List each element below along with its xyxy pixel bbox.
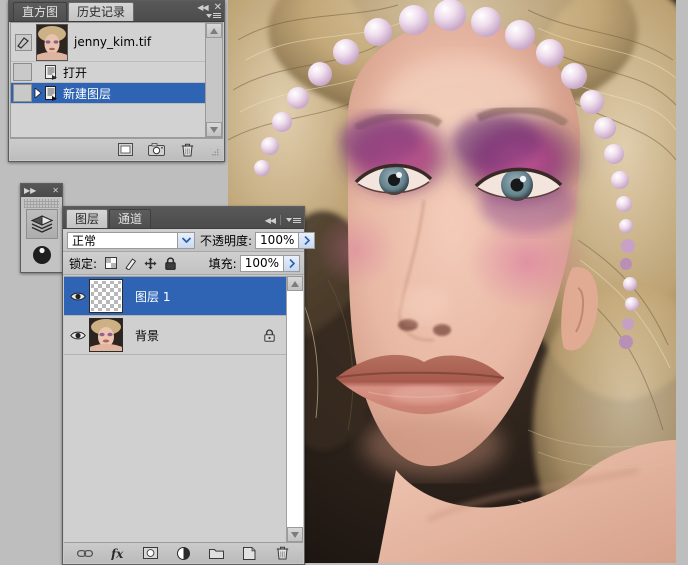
layers-stack-icon: [31, 215, 53, 233]
history-state-icon: [42, 63, 60, 81]
close-icon[interactable]: ✕: [52, 187, 59, 195]
layers-panel-footer: fx: [64, 542, 303, 563]
scroll-up-arrow-icon[interactable]: [206, 23, 222, 38]
layers-scrollbar[interactable]: [286, 276, 303, 542]
lock-fill-row: 锁定:: [63, 252, 304, 275]
history-state-open-label: 打开: [63, 64, 87, 81]
fill-field[interactable]: 100%: [240, 255, 300, 272]
scroll-up-arrow-icon[interactable]: [287, 276, 303, 291]
tab-layers-label: 图层: [75, 212, 99, 226]
scroll-down-arrow-icon[interactable]: [287, 527, 303, 542]
create-snapshot-button[interactable]: [148, 142, 165, 157]
history-brush-source-icon[interactable]: [13, 32, 34, 53]
mini-dock-drag-grip[interactable]: [24, 199, 59, 208]
new-group-button[interactable]: [209, 546, 225, 561]
chevron-down-icon[interactable]: [177, 233, 194, 248]
history-current-state-arrow-icon: [33, 88, 42, 98]
fill-label: 填充:: [209, 255, 237, 272]
history-panel-footer: [10, 138, 223, 160]
new-adjustment-layer-button[interactable]: [176, 546, 192, 561]
history-snapshot-row[interactable]: jenny_kim.tif: [11, 23, 208, 62]
layers-tabbar-right: ◀◀: [265, 215, 301, 225]
history-panel: ◀◀ ✕ 直方图 历史记录: [8, 0, 225, 162]
history-panel-window-controls: ◀◀ ✕: [197, 2, 222, 13]
link-layers-button[interactable]: [77, 546, 93, 561]
snapshot-label: jenny_kim.tif: [74, 35, 151, 49]
layer-list[interactable]: 图层 1 背景: [64, 276, 286, 542]
layer-thumbnail[interactable]: [89, 279, 123, 313]
history-panel-tabbar: 直方图 历史记录: [9, 1, 224, 22]
delete-layer-button[interactable]: [275, 546, 291, 561]
tab-histogram[interactable]: 直方图: [13, 2, 67, 21]
fill-value: 100%: [241, 256, 283, 270]
history-state-list[interactable]: jenny_kim.tif 打开: [10, 22, 208, 138]
snapshot-thumbnail: [36, 24, 68, 61]
chevron-right-icon[interactable]: [283, 256, 299, 271]
history-state-icon: [42, 84, 60, 102]
layer-row-background[interactable]: 背景: [64, 316, 286, 355]
opacity-field[interactable]: 100%: [255, 232, 315, 249]
close-icon[interactable]: ✕: [214, 2, 222, 13]
lock-image-pixels-icon[interactable]: [124, 257, 137, 270]
layer-style-button[interactable]: fx: [110, 546, 126, 561]
svg-text:fx: fx: [111, 547, 124, 560]
dock-adjustments-button[interactable]: [26, 240, 58, 270]
layer-name[interactable]: 背景: [135, 327, 262, 344]
tab-channels-label: 通道: [118, 212, 142, 226]
layer-visibility-toggle[interactable]: [66, 285, 89, 308]
collapsed-panel-dock: ▶▶ ✕: [20, 183, 63, 273]
padlock-icon: [262, 328, 276, 342]
expand-arrows-icon[interactable]: ▶▶: [24, 187, 36, 195]
blend-mode-select[interactable]: 正常: [67, 232, 195, 249]
panel-menu-icon[interactable]: [206, 13, 221, 18]
collapse-arrows-icon[interactable]: ◀◀: [197, 3, 207, 12]
resize-grip-icon[interactable]: [212, 146, 219, 153]
history-tabbar-right: [206, 13, 221, 18]
tab-layers[interactable]: 图层: [66, 209, 108, 228]
opacity-value: 100%: [256, 233, 298, 247]
lock-label: 锁定:: [69, 255, 97, 272]
scroll-down-arrow-icon[interactable]: [206, 122, 222, 137]
chevron-right-icon[interactable]: [298, 233, 314, 248]
history-brush-toggle[interactable]: [13, 63, 32, 81]
layer-visibility-toggle[interactable]: [66, 324, 89, 347]
create-document-from-state-button[interactable]: [117, 142, 134, 157]
delete-state-button[interactable]: [179, 142, 196, 157]
lock-buttons: [104, 257, 177, 270]
tabbar-divider: [280, 215, 281, 225]
adjustments-sphere-icon: [31, 244, 53, 266]
opacity-label: 不透明度:: [200, 232, 252, 249]
lock-position-icon[interactable]: [144, 257, 157, 270]
new-layer-button[interactable]: [242, 546, 258, 561]
dock-layers-button[interactable]: [26, 209, 58, 239]
history-scrollbar[interactable]: [205, 22, 223, 138]
history-state-open[interactable]: 打开: [11, 62, 208, 83]
history-state-new-layer-label: 新建图层: [63, 85, 111, 102]
layer-name[interactable]: 图层 1: [135, 288, 286, 305]
layer-row-layer1[interactable]: 图层 1: [64, 277, 286, 316]
tab-channels[interactable]: 通道: [109, 209, 151, 228]
history-brush-toggle[interactable]: [13, 84, 32, 102]
blend-mode-value: 正常: [72, 232, 96, 249]
tab-history[interactable]: 历史记录: [68, 2, 134, 21]
layers-panel-tabbar: 图层 通道 ◀◀: [63, 207, 304, 229]
tab-history-label: 历史记录: [77, 5, 125, 19]
lock-all-icon[interactable]: [164, 257, 177, 270]
mini-dock-titlebar: ▶▶ ✕: [21, 184, 62, 197]
add-layer-mask-button[interactable]: [143, 546, 159, 561]
layers-panel: 图层 通道 ◀◀ 正常 不透明度: 100% 锁定:: [62, 206, 305, 565]
history-state-new-layer[interactable]: 新建图层: [11, 83, 208, 104]
collapse-arrows-icon[interactable]: ◀◀: [265, 216, 275, 225]
layer-thumbnail[interactable]: [89, 318, 123, 352]
panel-menu-icon[interactable]: [286, 218, 301, 223]
tab-histogram-label: 直方图: [22, 5, 58, 19]
blend-opacity-row: 正常 不透明度: 100%: [63, 229, 304, 252]
lock-transparent-pixels-icon[interactable]: [104, 257, 117, 270]
canvas-right-gutter: [676, 0, 688, 563]
